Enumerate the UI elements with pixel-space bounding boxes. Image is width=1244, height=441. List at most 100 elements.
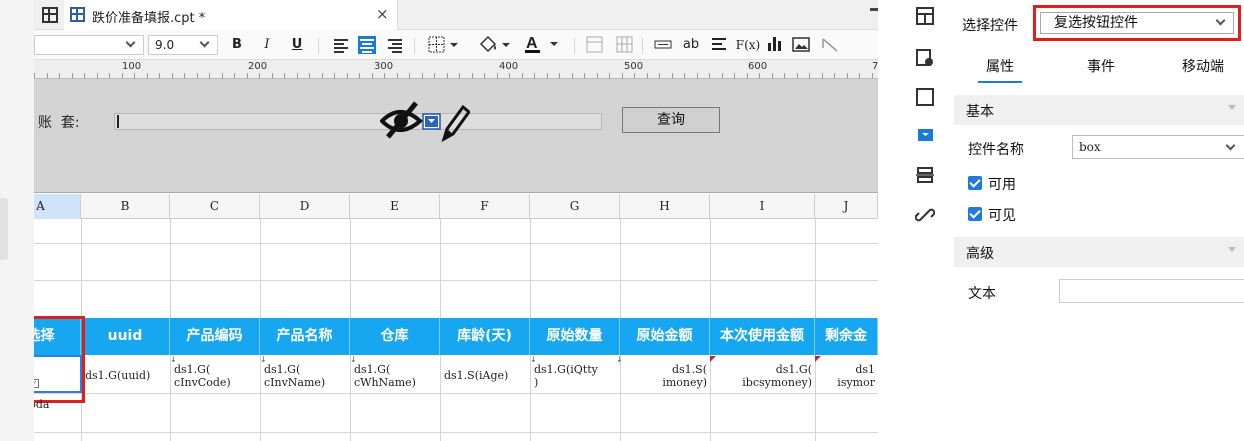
column-header-e[interactable]: E (350, 194, 440, 219)
section-basic[interactable]: 基本 (954, 95, 1244, 125)
column-header-i[interactable]: I (710, 194, 815, 219)
slash-icon[interactable] (820, 36, 840, 54)
chevron-down-icon (1225, 140, 1236, 151)
ruler-label: 600 (748, 61, 768, 72)
data-cell-age[interactable]: ds1.S(iAge) (440, 356, 530, 394)
section-title: 高级 (966, 246, 994, 262)
parameter-panel: 账 套: 查询 (34, 79, 878, 193)
font-family-select[interactable] (34, 35, 144, 55)
text-input[interactable] (1059, 279, 1244, 303)
merge-cell-icon[interactable] (586, 36, 604, 54)
enabled-checkbox[interactable] (968, 176, 982, 190)
ruler-tick (696, 73, 698, 78)
ruler-tick (871, 73, 873, 78)
image-icon[interactable] (792, 36, 812, 54)
expand-arrow-icon: ↓ (350, 355, 357, 364)
ruler-tick (771, 73, 773, 78)
tab-close-button[interactable]: × (376, 5, 389, 23)
query-button[interactable]: 查询 (622, 107, 720, 133)
tab-mobile[interactable]: 移动端 (1182, 56, 1224, 76)
border-icon[interactable] (428, 36, 462, 54)
font-size-select[interactable]: 9.0 (148, 35, 218, 55)
hyperlink-icon[interactable] (915, 205, 935, 225)
section-advanced[interactable]: 高级 (954, 237, 1244, 267)
tab-events[interactable]: 事件 (1087, 56, 1115, 76)
control-type-select[interactable]: 复选按钮控件 (1040, 12, 1234, 34)
fill-color-icon[interactable] (478, 34, 514, 54)
header-cell-remaining[interactable]: 剩余金 (815, 318, 878, 355)
ruler-tick (384, 73, 385, 78)
column-header-b[interactable]: B (81, 194, 170, 219)
align-center-button[interactable] (358, 36, 376, 54)
header-cell-uuid[interactable]: uuid (81, 318, 170, 355)
tab-attributes[interactable]: 属性 (986, 56, 1014, 76)
column-header-f[interactable]: F (440, 194, 530, 219)
ruler-label: 700 (872, 61, 878, 72)
column-header-j[interactable]: J (815, 194, 878, 219)
column-header-g[interactable]: G (530, 194, 620, 219)
widget-frame-icon[interactable] (915, 87, 935, 107)
ruler-label: 100 (122, 61, 142, 72)
data-cell-original-amount[interactable]: ds1.S( imoney) (620, 356, 710, 394)
expand-corner-icon[interactable] (870, 8, 878, 19)
pencil-icon[interactable] (441, 104, 470, 142)
ruler-tick (534, 73, 535, 78)
ruler-tick (271, 73, 273, 78)
underline-button[interactable]: U (288, 35, 306, 55)
data-cell-original-qty[interactable]: ds1.G(iQtty ) (530, 356, 620, 394)
date-formula-cell[interactable]: left(toda (),7) (34, 398, 49, 426)
rich-text-icon[interactable] (710, 36, 728, 54)
align-left-button[interactable] (332, 36, 350, 54)
split-cell-icon[interactable] (616, 36, 634, 54)
ruler-tick (709, 73, 710, 78)
cell-attr-icon[interactable] (915, 48, 935, 68)
file-tab[interactable]: 跌价准备填报.cpt * × (64, 0, 398, 30)
column-header-c[interactable]: C (170, 194, 260, 219)
ruler-tick (659, 73, 660, 78)
left-panel-tab[interactable] (0, 198, 8, 260)
dropdown-widget-icon[interactable] (422, 113, 441, 130)
bold-button[interactable]: B (228, 35, 246, 55)
condition-icon[interactable] (915, 165, 935, 185)
align-right-button[interactable] (386, 36, 404, 54)
spreadsheet-grid[interactable]: 选择 uuid 产品编码 产品名称 仓库 库龄(天) 原始数量 原始金额 本次使… (34, 219, 878, 441)
property-tabs: 属性 事件 移动端 (950, 48, 1244, 86)
visible-checkbox[interactable] (968, 207, 982, 221)
data-cell-used-amount[interactable]: ds1.G( ibcsymoney) (710, 356, 815, 394)
column-header-h[interactable]: H (620, 194, 710, 219)
layout-icon[interactable] (915, 6, 935, 26)
text-type-button[interactable]: ab (680, 35, 702, 55)
text-field-icon[interactable] (654, 38, 674, 52)
header-cell-used-amount[interactable]: 本次使用金额 (710, 318, 815, 355)
column-header-d[interactable]: D (260, 194, 350, 219)
header-cell-original-amount[interactable]: 原始金额 (620, 318, 710, 355)
italic-button[interactable]: I (258, 35, 276, 55)
header-cell-original-qty[interactable]: 原始数量 (530, 318, 620, 355)
chart-icon[interactable] (766, 36, 784, 54)
ruler-tick (446, 73, 448, 78)
formula-button[interactable]: F(x) (734, 35, 762, 55)
data-cell-uuid[interactable]: ds1.G(uuid) (81, 356, 170, 394)
text-label: 文本 (968, 286, 996, 302)
font-color-icon[interactable]: A (524, 33, 564, 55)
control-name-field[interactable]: box (1072, 135, 1244, 159)
column-header-a[interactable]: A (34, 194, 81, 219)
grid-icon[interactable] (42, 7, 58, 23)
ruler-tick (759, 73, 760, 78)
header-cell-age[interactable]: 库龄(天) (440, 318, 530, 355)
data-cell-product-code[interactable]: ds1.G( cInvCode) (170, 356, 260, 394)
widget-settings-icon[interactable] (915, 125, 935, 145)
data-cell-product-name[interactable]: ds1.G( cInvName) (260, 356, 350, 394)
ruler-tick (859, 73, 860, 78)
collapse-arrow-icon (1228, 105, 1236, 110)
eye-hidden-icon[interactable] (380, 101, 423, 139)
header-cell-product-name[interactable]: 产品名称 (260, 318, 350, 355)
header-cell-warehouse[interactable]: 仓库 (350, 318, 440, 355)
account-set-input[interactable] (114, 113, 602, 130)
ruler-tick (559, 73, 560, 78)
header-cell-product-code[interactable]: 产品编码 (170, 318, 260, 355)
data-cell-remaining[interactable]: ds1 isymor (815, 356, 878, 394)
ruler-tick (396, 73, 398, 78)
data-cell-warehouse[interactable]: ds1.G( cWhName) (350, 356, 440, 394)
ruler-tick (121, 73, 123, 78)
